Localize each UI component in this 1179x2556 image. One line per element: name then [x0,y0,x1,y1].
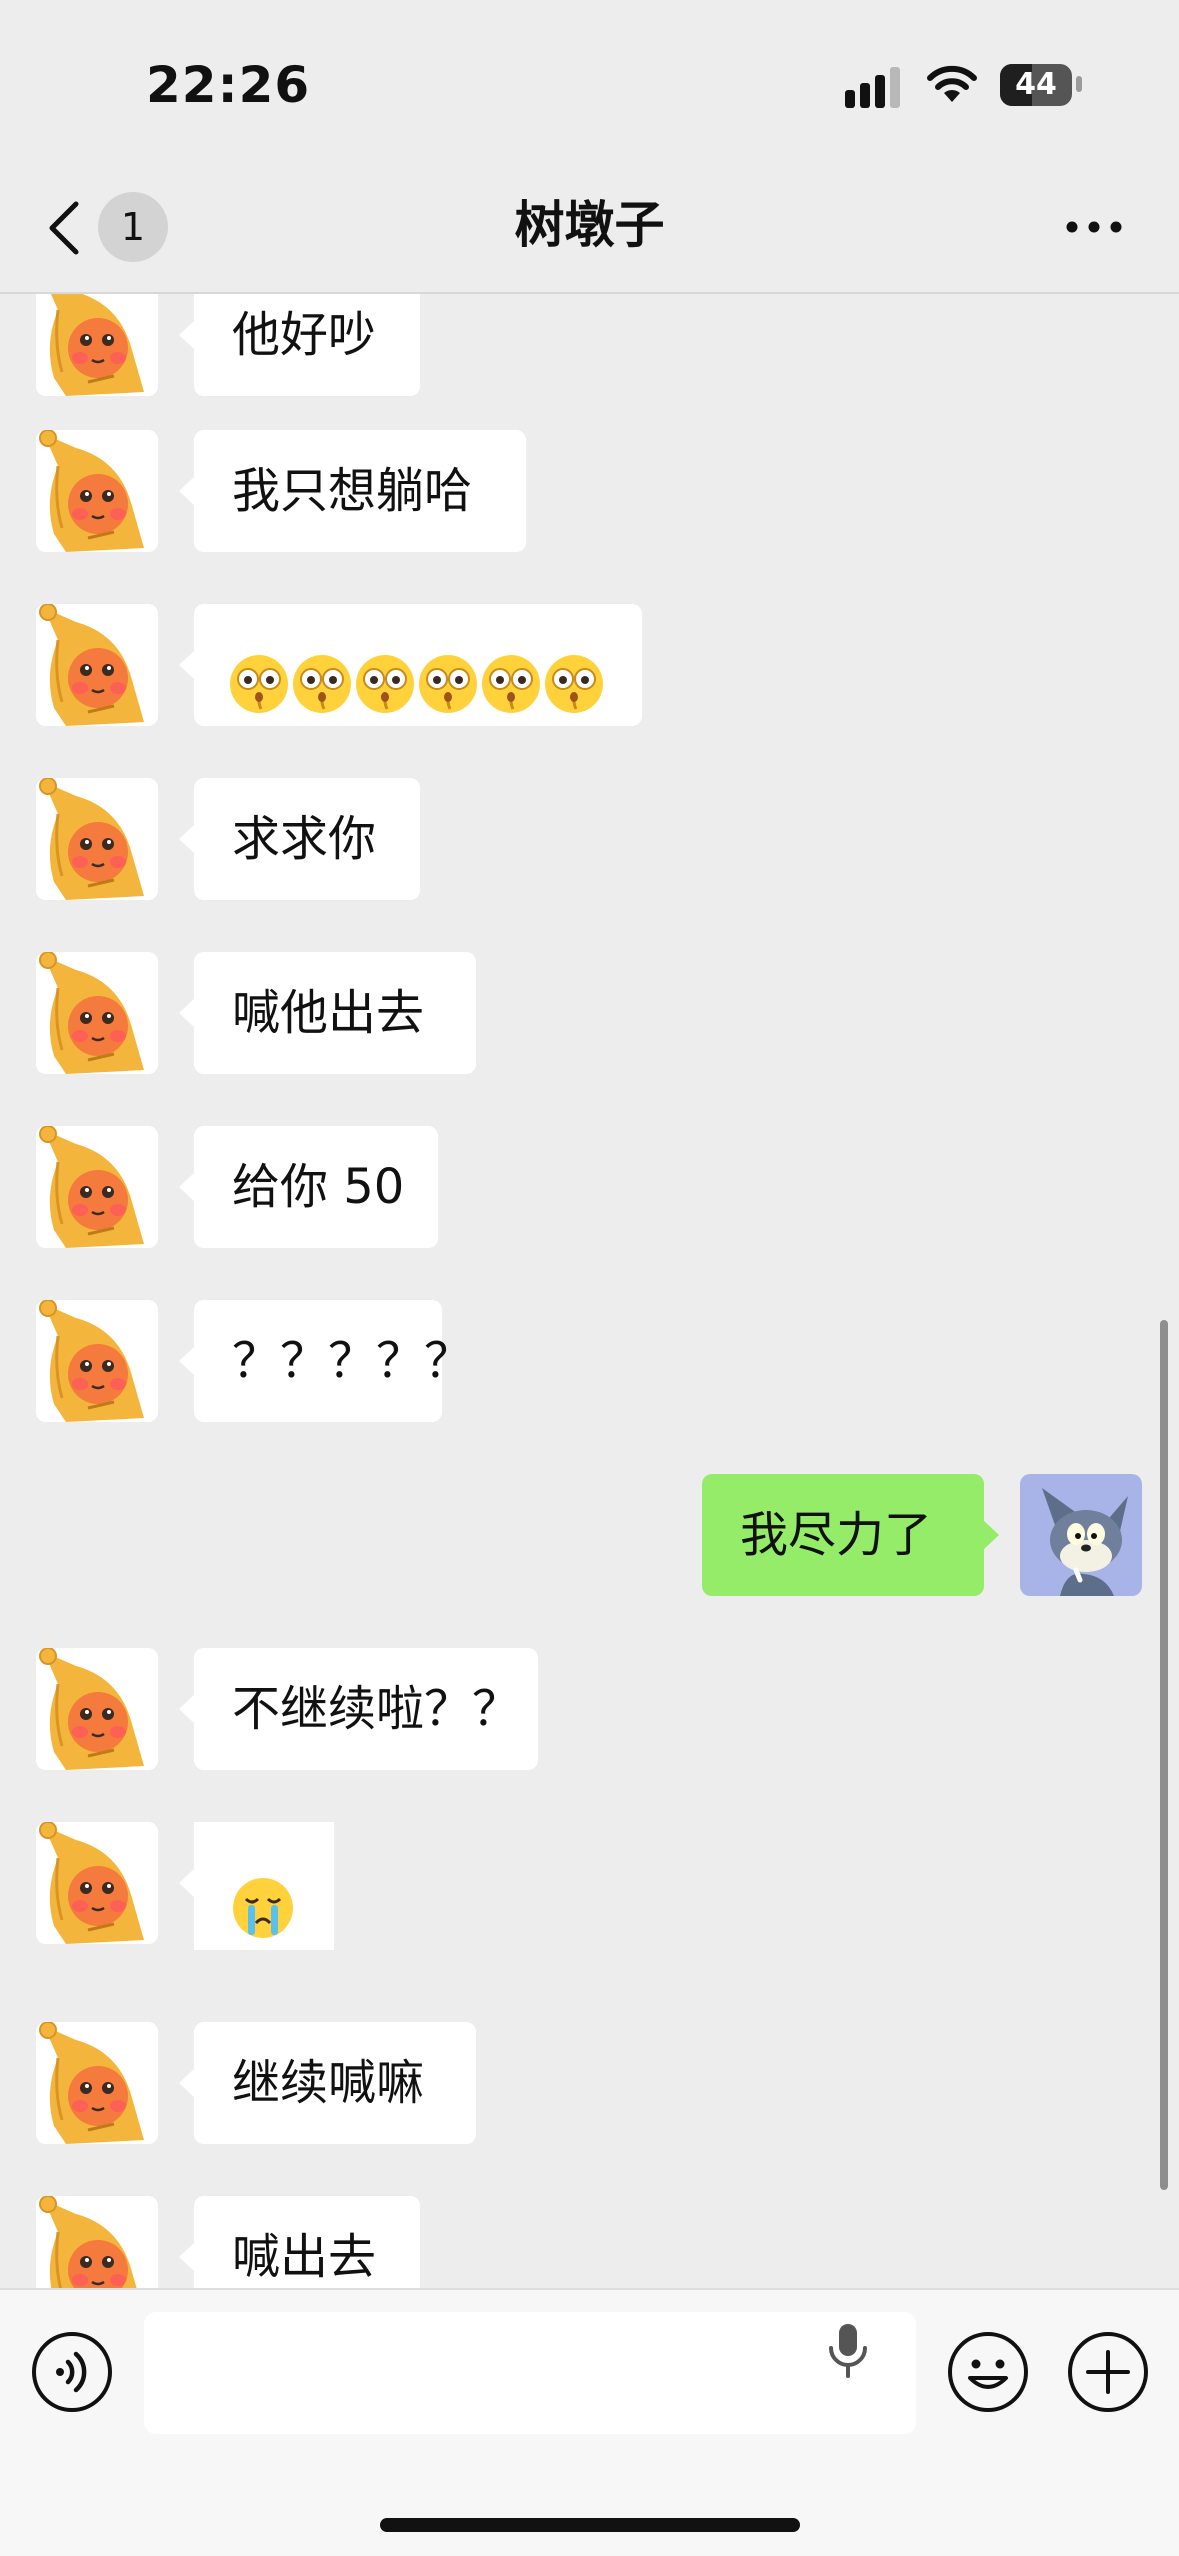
message-bubble[interactable]: 给你 50 [179,1126,438,1248]
crying-face-emoji [230,1864,296,1986]
home-indicator[interactable] [380,2518,800,2532]
yellow-hooded-cartoon-avatar[interactable] [36,2022,158,2144]
message-input[interactable] [144,2312,916,2434]
yellow-hooded-cartoon-avatar[interactable] [36,952,158,1074]
incoming-message: 继续喊嘛 [0,2022,1179,2144]
cellular-signal-icon [845,67,900,108]
yellow-hooded-cartoon-avatar[interactable] [36,604,158,726]
incoming-message: 给你 50 [0,1126,1179,1248]
message-text: 喊他出去 [232,985,425,1041]
battery-icon: 44 [1000,64,1072,106]
message-bubble[interactable]: 喊出去 [179,2196,420,2288]
monocle-face-emoji [291,638,353,760]
incoming-message: 求求你 [0,778,1179,900]
battery-tip [1076,76,1082,92]
message-text: 他好吵 [232,307,377,363]
monocle-face-emoji [417,638,479,760]
monocle-face-emoji [354,638,416,760]
yellow-hooded-cartoon-avatar[interactable] [36,1300,158,1422]
cartoon-cat-avatar[interactable] [1020,1474,1142,1596]
message-text: 求求你 [232,811,377,867]
status-bar: 22:26 44 [0,0,1179,160]
voice-icon[interactable] [30,2330,114,2414]
incoming-message: 不继续啦？？ [0,1648,1179,1770]
message-bubble[interactable]: 不继续啦？？ [179,1648,538,1770]
emoji-group [228,638,605,760]
message-bubble[interactable]: 他好吵 [179,294,420,396]
monocle-face-emoji [228,638,290,760]
message-bubble[interactable]: 我只想躺哈 [179,430,526,552]
emoji-icon[interactable] [946,2330,1030,2414]
yellow-hooded-cartoon-avatar[interactable] [36,2196,158,2288]
unread-count-badge[interactable]: 1 [98,192,168,262]
message-text: 给你 50 [232,1159,405,1215]
incoming-message: 他好吵 [0,294,1179,396]
incoming-message: ？？？？？ [0,1300,1179,1422]
scrollbar[interactable] [1160,1320,1168,2190]
yellow-hooded-cartoon-avatar[interactable] [36,778,158,900]
back-chevron-icon[interactable] [42,200,88,256]
message-bubble[interactable]: 喊他出去 [179,952,476,1074]
wifi-icon [927,65,977,102]
message-bubble[interactable]: 我尽力了 [702,1474,999,1596]
more-options-icon[interactable] [1064,212,1124,242]
microphone-icon[interactable] [826,2318,870,2386]
incoming-message: 喊出去 [0,2196,1179,2288]
message-text: 喊出去 [232,2229,377,2285]
monocle-face-emoji [543,638,605,760]
emoji-message-bubble[interactable] [179,604,642,726]
monocle-face-emoji [480,638,542,760]
emoji-group [230,1864,296,1986]
message-bubble[interactable]: 继续喊嘛 [179,2022,476,2144]
message-text: 我尽力了 [740,1507,933,1563]
message-bubble[interactable]: ？？？？？ [179,1300,472,1422]
message-text: 我只想躺哈 [232,463,473,519]
yellow-hooded-cartoon-avatar[interactable] [36,430,158,552]
status-time: 22:26 [146,56,311,114]
yellow-hooded-cartoon-avatar[interactable] [36,1822,158,1944]
yellow-hooded-cartoon-avatar[interactable] [36,1126,158,1248]
outgoing-message: 我尽力了 [0,1474,1179,1596]
yellow-hooded-cartoon-avatar[interactable] [36,294,158,396]
yellow-hooded-cartoon-avatar[interactable] [36,1648,158,1770]
battery-level: 44 [1015,67,1057,102]
plus-icon[interactable] [1066,2330,1150,2414]
message-text: ？？？？？ [232,1333,473,1389]
incoming-message: 喊他出去 [0,952,1179,1074]
message-text: 继续喊嘛 [232,2055,425,2111]
emoji-message-bubble[interactable] [179,1822,334,1950]
message-text: 不继续啦？？ [232,1681,521,1737]
input-bar [0,2288,1179,2556]
incoming-message [0,1822,1179,1950]
message-list[interactable]: 他好吵我只想躺哈求求你喊他出去给你 50 ？？？？？ 我尽力了不继续啦？？ 继续喊嘛喊… [0,294,1179,2288]
chat-title: 树墩子 [514,196,665,254]
incoming-message [0,604,1179,726]
chat-header: 1 树墩子 [0,160,1179,294]
incoming-message: 我只想躺哈 [0,430,1179,552]
message-bubble[interactable]: 求求你 [179,778,420,900]
